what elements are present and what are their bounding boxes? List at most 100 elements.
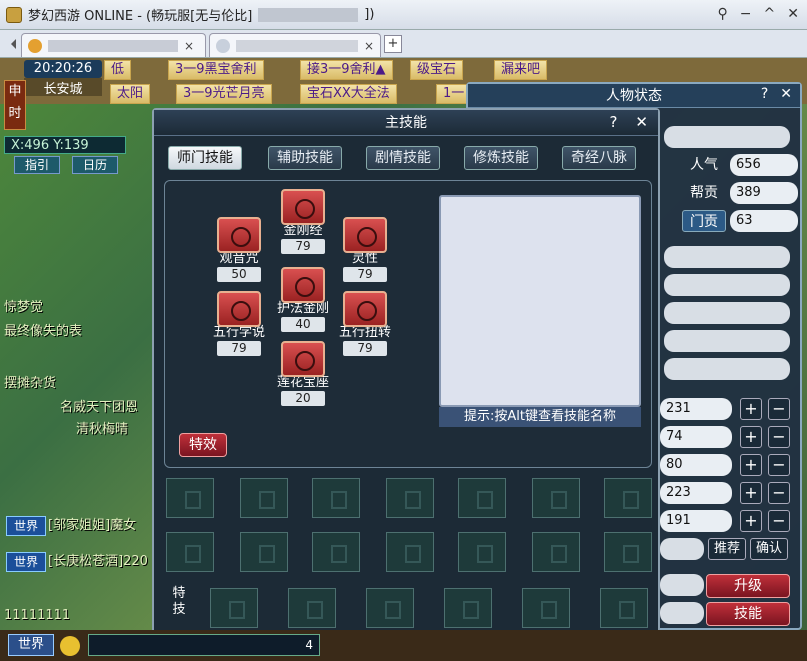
ticker-item[interactable]: 3一9黑宝舍利: [168, 60, 264, 80]
tab-assist-skills[interactable]: 辅助技能: [268, 146, 342, 170]
skill-icon[interactable]: [281, 189, 325, 225]
attribute-value: 74: [660, 426, 732, 448]
skill-slot[interactable]: [604, 532, 652, 572]
recommend-button[interactable]: 推荐: [708, 538, 746, 560]
skill-slot[interactable]: [312, 532, 360, 572]
emoji-icon[interactable]: [60, 636, 80, 656]
world-channel-button[interactable]: 世界: [8, 634, 54, 656]
world-channel-tag[interactable]: 世界: [6, 516, 46, 536]
tab-close-icon[interactable]: ×: [184, 39, 194, 53]
skill-slot[interactable]: [458, 478, 506, 518]
skill-slot[interactable]: [240, 478, 288, 518]
ticker-item[interactable]: 接3一9舍利▲: [300, 60, 393, 80]
special-skill-slot[interactable]: [522, 588, 570, 628]
browser-tabbar: × × +: [0, 30, 807, 58]
blurred-title-area: [258, 7, 359, 22]
skill-slot[interactable]: [604, 478, 652, 518]
minus-button[interactable]: −: [768, 398, 790, 420]
tab-close-icon[interactable]: ×: [364, 39, 374, 53]
stat-label-sect-contrib[interactable]: 门贡: [682, 210, 726, 232]
plus-button[interactable]: +: [740, 454, 762, 476]
special-skill-slot[interactable]: [210, 588, 258, 628]
guide-button[interactable]: 指引: [14, 156, 60, 174]
city-name: 长安城: [24, 78, 102, 97]
skill-node[interactable]: 金刚经 79: [275, 189, 331, 254]
attribute-value: 191: [660, 510, 732, 532]
shichen-indicator[interactable]: 申时: [4, 80, 26, 130]
confirm-button[interactable]: 确认: [750, 538, 788, 560]
special-skill-slot[interactable]: [366, 588, 414, 628]
skill-slot[interactable]: [240, 532, 288, 572]
skill-slot[interactable]: [166, 478, 214, 518]
game-viewport[interactable]: 低 3一9黑宝舍利 接3一9舍利▲ 级宝石 漏来吧 太阳 3一9光芒月亮 宝石X…: [0, 58, 807, 661]
ticker-item[interactable]: 3一9光芒月亮: [176, 84, 272, 104]
minus-button[interactable]: −: [768, 510, 790, 532]
tab-story-skills[interactable]: 剧情技能: [366, 146, 440, 170]
minus-button[interactable]: −: [768, 426, 790, 448]
skill-icon[interactable]: [217, 217, 261, 253]
skill-icon[interactable]: [343, 217, 387, 253]
skill-node[interactable]: 观音咒 50: [211, 217, 267, 282]
chat-input[interactable]: 4: [88, 634, 320, 656]
tab-scroll-left-icon[interactable]: [6, 39, 16, 49]
tab-meridians[interactable]: 奇经八脉: [562, 146, 636, 170]
close-icon[interactable]: ✕: [635, 113, 648, 131]
special-skill-slot[interactable]: [600, 588, 648, 628]
skill-slot[interactable]: [532, 532, 580, 572]
attribute-value: 231: [660, 398, 732, 420]
skill-slot[interactable]: [166, 532, 214, 572]
ticker-item[interactable]: 太阳: [110, 84, 151, 104]
plus-button[interactable]: +: [740, 482, 762, 504]
tab-cultivation-skills[interactable]: 修炼技能: [464, 146, 538, 170]
skill-icon[interactable]: [217, 291, 261, 327]
attribute-value: 80: [660, 454, 732, 476]
skill-name: 灵性: [351, 251, 378, 266]
skill-slot[interactable]: [458, 532, 506, 572]
tab-2[interactable]: ×: [209, 33, 381, 57]
plus-button[interactable]: +: [740, 398, 762, 420]
skill-level: 40: [281, 317, 325, 332]
special-skill-slot[interactable]: [288, 588, 336, 628]
ticker-item[interactable]: 漏来吧: [494, 60, 548, 80]
chat-line: 最终像失的表: [4, 324, 83, 339]
ticker-item[interactable]: 低: [104, 60, 132, 80]
minus-button[interactable]: −: [768, 482, 790, 504]
skill-slot[interactable]: [312, 478, 360, 518]
attr-field: [664, 302, 790, 324]
calendar-button[interactable]: 日历: [72, 156, 118, 174]
skill-slot[interactable]: [386, 532, 434, 572]
skill-node[interactable]: 五行扭转 79: [337, 291, 393, 356]
effects-button[interactable]: 特效: [179, 433, 227, 457]
close-window-icon[interactable]: ✕: [787, 6, 799, 22]
help-icon[interactable]: ?: [761, 86, 768, 102]
ticker-item[interactable]: 宝石XX大全法: [300, 84, 397, 104]
restore-icon[interactable]: ^: [764, 6, 776, 22]
minus-button[interactable]: −: [768, 454, 790, 476]
upgrade-button[interactable]: 升级: [706, 574, 790, 598]
skill-node[interactable]: 五行学说 79: [211, 291, 267, 356]
pin-icon[interactable]: ⚲: [718, 6, 728, 22]
skill-node[interactable]: 灵性 79: [337, 217, 393, 282]
plus-button[interactable]: +: [740, 426, 762, 448]
plus-button[interactable]: +: [740, 510, 762, 532]
skill-icon[interactable]: [281, 341, 325, 377]
minimize-icon[interactable]: −: [740, 6, 752, 22]
skill-icon[interactable]: [343, 291, 387, 327]
help-icon[interactable]: ?: [609, 113, 617, 131]
tab-1[interactable]: ×: [21, 33, 206, 57]
skill-node[interactable]: 莲花宝座 20: [275, 341, 331, 406]
new-tab-button[interactable]: +: [384, 35, 402, 53]
skill-slot[interactable]: [532, 478, 580, 518]
special-skill-slot[interactable]: [444, 588, 492, 628]
alt-hint: 提示:按Alt键查看技能名称: [439, 407, 641, 427]
skill-slot[interactable]: [386, 478, 434, 518]
skill-node[interactable]: 护法金刚 40: [275, 267, 331, 332]
skill-icon[interactable]: [281, 267, 325, 303]
tab-favicon: [28, 38, 42, 53]
world-channel-tag[interactable]: 世界: [6, 552, 46, 572]
tab-sect-skills[interactable]: 师门技能: [168, 146, 242, 170]
skills-button[interactable]: 技能: [706, 602, 790, 626]
attr-field: [664, 358, 790, 380]
ticker-item[interactable]: 级宝石: [410, 60, 464, 80]
close-icon[interactable]: ✕: [780, 86, 792, 102]
